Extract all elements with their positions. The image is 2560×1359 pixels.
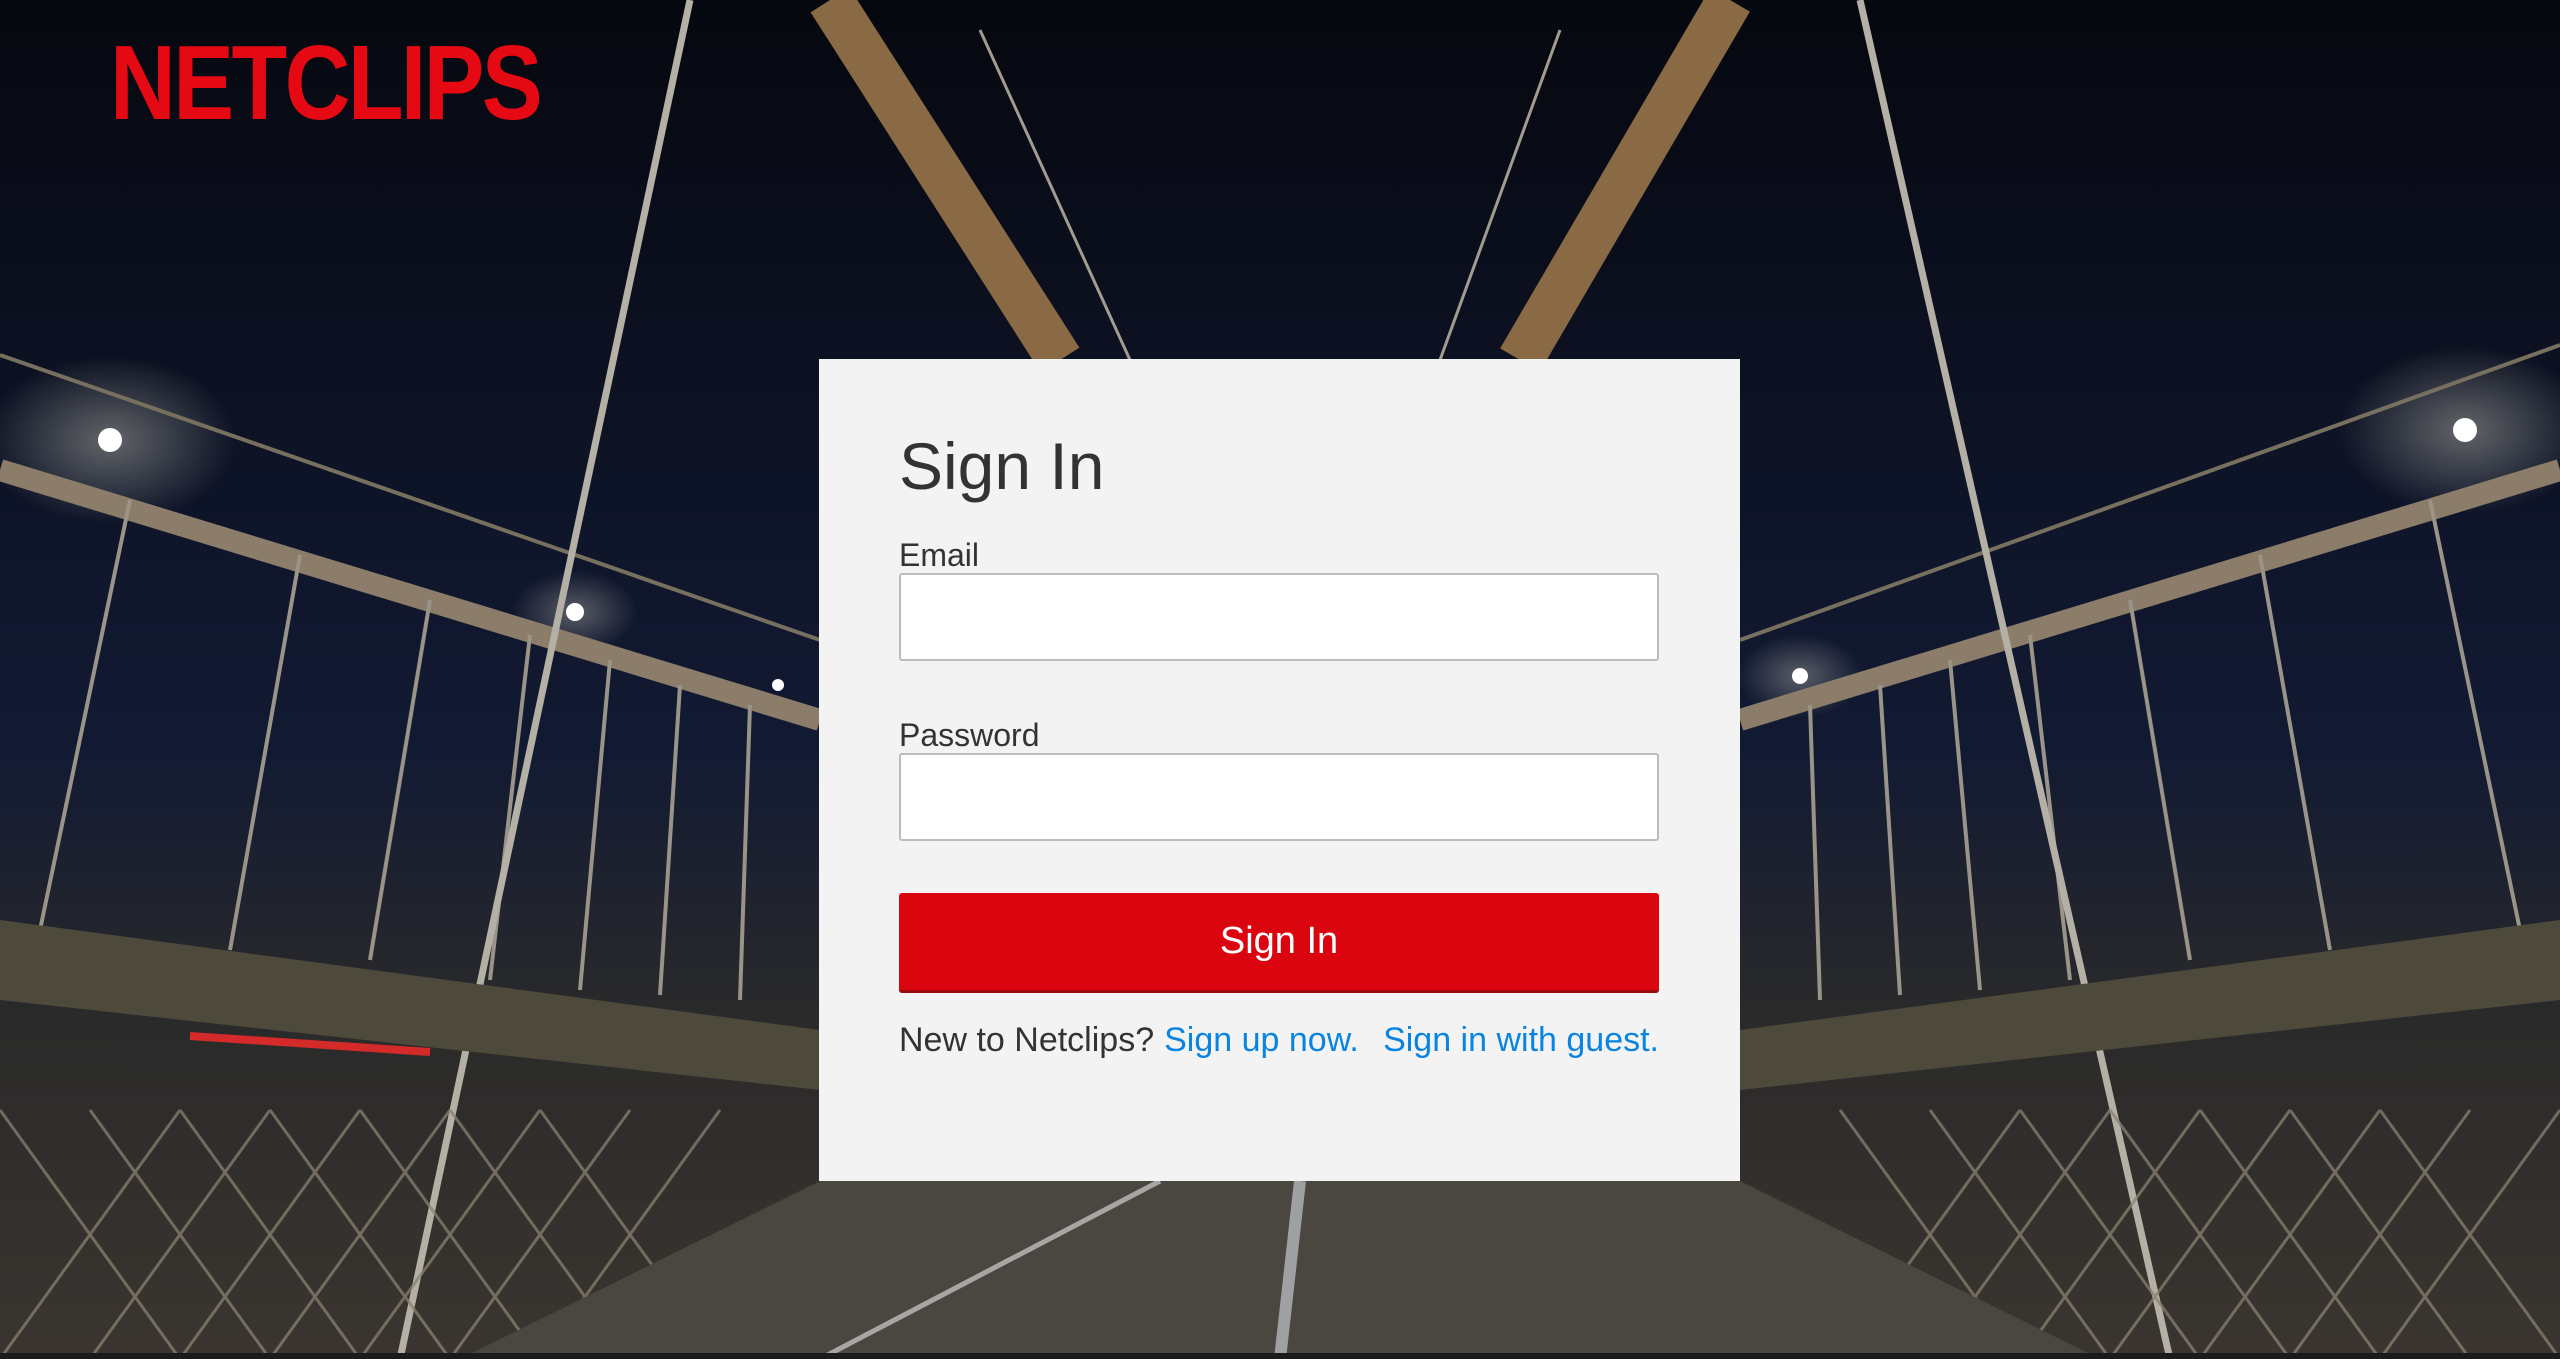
email-input[interactable] xyxy=(899,573,1659,661)
signin-button[interactable]: Sign In xyxy=(899,893,1659,993)
password-label: Password xyxy=(899,717,1040,753)
signin-card: Sign In Email Password Sign In New to Ne… xyxy=(819,359,1740,1181)
signup-prompt: New to Netclips? xyxy=(899,1021,1155,1059)
signin-footer: New to Netclips? Sign up now. Sign in wi… xyxy=(899,1021,1659,1060)
password-input[interactable] xyxy=(899,753,1659,841)
password-group: Password xyxy=(899,719,1660,841)
email-group: Email xyxy=(899,539,1660,661)
signup-link[interactable]: Sign up now. xyxy=(1164,1021,1359,1060)
guest-signin-link[interactable]: Sign in with guest. xyxy=(1383,1021,1659,1060)
email-label: Email xyxy=(899,537,980,573)
signin-title: Sign In xyxy=(899,429,1105,503)
netclips-logo[interactable]: NETCLIPS xyxy=(110,30,543,136)
bottom-divider xyxy=(0,1353,2560,1359)
